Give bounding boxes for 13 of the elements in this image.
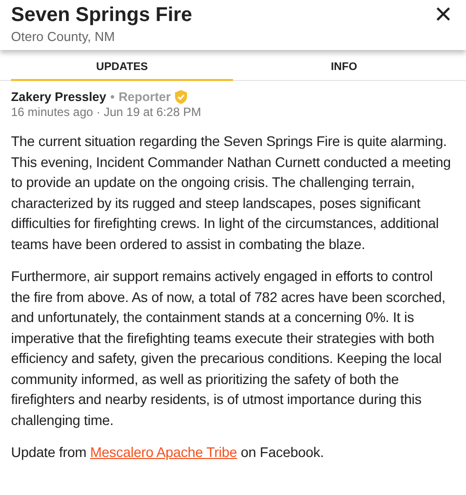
tab[interactable]: INFO: [233, 58, 455, 81]
tab[interactable]: UPDATES: [11, 58, 233, 81]
author-name: Zakery Pressley: [11, 90, 106, 104]
post-time: 16 minutes ago · Jun 19 at 6:28 PM: [11, 105, 202, 119]
separator-dot: •: [110, 90, 115, 104]
close-button[interactable]: ×: [432, 2, 454, 28]
location-subtitle: Otero County, NM: [11, 29, 116, 44]
post-paragraph: The current situation regarding the Seven Springs Fire is quite alarming. This evening, Incident Commander Nathan Curnett conducted a meeting to provide an update on the ongoing crisis. The challenging terrain, characterized by its rugged and steep landscapes, poses significant difficulties for firefighting crews. In light of the circumstances, additional teams have been ordered to assist in combating the blaze.: [11, 132, 452, 254]
verified-shield-icon: [174, 90, 187, 104]
panel-title: Seven Springs Fire: [11, 3, 192, 28]
post-paragraph: Furthermore, air support remains actively engaged in efforts to control the fire from above. As of now, a total of 782 acres have been scorched, and unfortunately, the containment stands at a concerning 0%. It is imperative that the firefighting teams execute their strategies with both efficiency and safety, given the precarious conditions. Keeping the local community informed, as well as prioritizing the safety of both the firefighters and nearby residents, is of utmost importance during this challenging time.: [11, 267, 446, 430]
author-role: Reporter: [118, 90, 171, 104]
source-sentence: Update from Mescalero Apache Tribe on Facebook.: [11, 443, 325, 462]
